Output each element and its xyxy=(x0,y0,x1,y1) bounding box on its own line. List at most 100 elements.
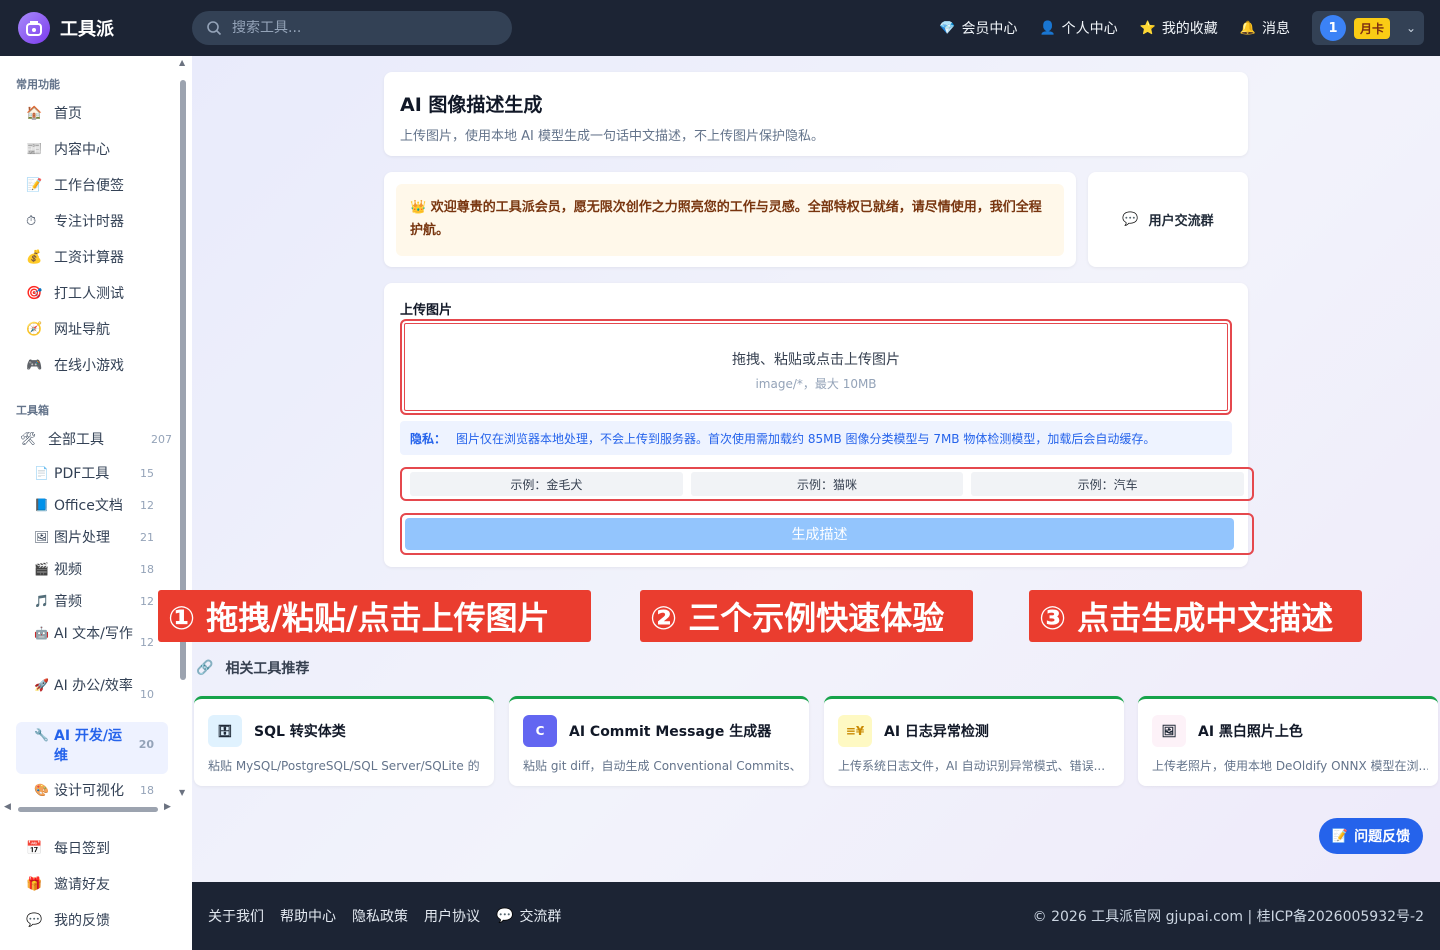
group-card[interactable]: 💬 用户交流群 xyxy=(1088,172,1248,267)
sidebar-item-notes[interactable]: 📝 工作台便签 xyxy=(16,169,168,201)
generate-description-button[interactable]: 生成描述 xyxy=(405,518,1234,550)
clapper-icon: 🎬 xyxy=(34,562,49,576)
sidebar-item-worker-test[interactable]: 🎯 打工人测试 xyxy=(16,277,168,309)
sidebar-item-label: 设计可视化 xyxy=(54,783,124,799)
target-icon: 🎯 xyxy=(26,285,43,301)
tool-name: AI 日志异常检测 xyxy=(884,724,989,740)
nav-label: 消息 xyxy=(1262,21,1290,37)
privacy-text: 图片仅在浏览器本地处理，不会上传到服务器。首次使用需加载约 85MB 图像分类模… xyxy=(456,431,1156,446)
user-group-button[interactable]: 💬 用户交流群 xyxy=(1088,172,1248,267)
tool-card-commit[interactable]: C AI Commit Message 生成器 粘贴 git diff，自动生成… xyxy=(509,696,809,786)
tool-card-colorize[interactable]: 🖼 AI 黑白照片上色 上传老照片，使用本地 DeOldify ONNX 模型在… xyxy=(1138,696,1438,786)
nav-favorites[interactable]: ⭐ 我的收藏 xyxy=(1140,18,1218,38)
example-cat-button[interactable]: 示例：猫咪 xyxy=(690,472,964,496)
tool-description: 上传系统日志文件，AI 自动识别异常模式、错误... xyxy=(838,759,1106,773)
sidebar-item-pdf[interactable]: 📄 PDF工具 15 xyxy=(26,460,168,488)
sidebar-item-nav[interactable]: 🧭 网址导航 xyxy=(16,313,168,345)
memo-icon: 📝 xyxy=(1331,828,1349,844)
footer-link-terms[interactable]: 用户协议 xyxy=(424,906,480,926)
tool-description: 粘贴 MySQL/PostgreSQL/SQL Server/SQLite 的 … xyxy=(208,759,484,773)
welcome-card: 👑 欢迎尊贵的工具派会员，愿无限次创作之力照亮您的工作与灵感。全部特权已就绪，请… xyxy=(384,172,1076,267)
feedback-label: 问题反馈 xyxy=(1354,829,1411,845)
welcome-text: 欢迎尊贵的工具派会员，愿无限次创作之力照亮您的工作与灵感。全部特权已就绪，请尽情… xyxy=(410,200,1042,238)
scroll-left-icon[interactable]: ◀ xyxy=(4,802,11,812)
crown-icon: 👑 xyxy=(410,200,427,215)
sidebar-item-games[interactable]: 🎮 在线小游戏 xyxy=(16,349,168,381)
tools-icon: 🛠 xyxy=(20,431,37,447)
app-title: 工具派 xyxy=(60,19,114,40)
sidebar-item-design[interactable]: 🎨 设计可视化 18 xyxy=(26,777,168,805)
sidebar-item-label: AI 文本/写作 xyxy=(54,626,133,642)
example-car-button[interactable]: 示例：汽车 xyxy=(971,472,1245,496)
document-icon: 📄 xyxy=(34,466,49,480)
footer-copyright: © 2026 工具派官网 gjupai.com | 桂ICP备202600593… xyxy=(1032,909,1424,925)
sidebar: 常用功能 🏠 首页 📰 内容中心 📝 工作台便签 ⏱ 专注计时器 💰 工资计算器 🎯 打工人… xyxy=(0,56,192,950)
count-badge: 21 xyxy=(140,531,154,544)
search-input[interactable] xyxy=(232,20,492,36)
user-menu[interactable]: 1 月卡 ⌄ xyxy=(1312,11,1424,45)
sidebar-item-salary[interactable]: 💰 工资计算器 xyxy=(16,241,168,273)
generate-highlight: 生成描述 xyxy=(400,513,1254,555)
gift-icon: 🎁 xyxy=(26,876,43,892)
upload-section-label: 上传图片 xyxy=(400,303,453,318)
nav-messages[interactable]: 🔔 消息 xyxy=(1240,18,1290,38)
footer-link-help[interactable]: 帮助中心 xyxy=(280,906,336,926)
bell-icon: 🔔 xyxy=(1239,20,1256,36)
sidebar-item-content[interactable]: 📰 内容中心 xyxy=(16,133,168,165)
count-badge: 15 xyxy=(140,467,154,480)
sidebar-item-office[interactable]: 📘 Office文档 12 xyxy=(26,492,168,520)
sidebar-item-checkin[interactable]: 📅 每日签到 xyxy=(16,832,168,864)
search-box[interactable] xyxy=(192,11,512,45)
compass-icon: 🧭 xyxy=(26,321,43,337)
sidebar-item-all-tools[interactable]: 🛠 全部工具 207 xyxy=(12,423,172,455)
scroll-down-icon[interactable]: ▼ xyxy=(179,788,185,797)
tool-card-log[interactable]: ≡¥ AI 日志异常检测 上传系统日志文件，AI 自动识别异常模式、错误... xyxy=(824,696,1124,786)
sidebar-item-audio[interactable]: 🎵 音频 12 xyxy=(26,588,168,616)
logo[interactable]: 工具派 xyxy=(18,12,192,44)
footer-link-privacy[interactable]: 隐私政策 xyxy=(352,906,408,926)
sidebar-item-label: 邀请好友 xyxy=(54,877,110,893)
sidebar-item-image[interactable]: 🖼 图片处理 21 xyxy=(26,524,168,552)
footer-link-group[interactable]: 💬 交流群 xyxy=(496,906,561,926)
example-golden-retriever-button[interactable]: 示例：金毛犬 xyxy=(410,472,683,496)
memo-icon: 📝 xyxy=(26,177,43,193)
top-bar: 工具派 💎 会员中心 👤 个人中心 ⭐ 我的收藏 🔔 消息 1 月卡 ⌄ xyxy=(0,0,1440,56)
related-title-text: 相关工具推荐 xyxy=(225,661,310,677)
sidebar-item-feedback[interactable]: 💬 我的反馈 xyxy=(16,904,168,936)
user-group-label: 用户交流群 xyxy=(1148,214,1214,229)
tool-card-sql[interactable]: 🗄 SQL 转实体类 粘贴 MySQL/PostgreSQL/SQL Serve… xyxy=(194,696,494,786)
sidebar-item-ai-text[interactable]: 🤖 AI 文本/写作 12 xyxy=(26,620,168,653)
scroll-up-icon[interactable]: ▲ xyxy=(179,58,185,67)
scroll-right-icon[interactable]: ▶ xyxy=(164,802,171,812)
palette-icon: 🎨 xyxy=(34,783,49,797)
sidebar-item-label: 图片处理 xyxy=(54,530,110,546)
image-dropzone[interactable]: 拖拽、粘贴或点击上传图片 image/*，最大 10MB xyxy=(400,319,1232,415)
nav-profile[interactable]: 👤 个人中心 xyxy=(1039,18,1117,38)
sidebar-item-video[interactable]: 🎬 视频 18 xyxy=(26,556,168,584)
sidebar-item-label: 打工人测试 xyxy=(54,286,124,302)
sidebar-item-label: 我的反馈 xyxy=(54,913,110,929)
sidebar-vertical-scrollbar[interactable]: ▲ ▼ xyxy=(178,58,188,802)
callout-step-3: ③ 点击生成中文描述 xyxy=(1029,590,1362,642)
footer-link-about[interactable]: 关于我们 xyxy=(208,906,264,926)
section-toolbox-title: 工具箱 xyxy=(16,404,49,417)
feedback-button[interactable]: 📝 问题反馈 xyxy=(1319,818,1423,854)
scrollbar-thumb[interactable] xyxy=(18,807,158,812)
sidebar-item-timer[interactable]: ⏱ 专注计时器 xyxy=(16,205,168,237)
sidebar-item-label: PDF工具 xyxy=(54,466,110,482)
sidebar-item-invite[interactable]: 🎁 邀请好友 xyxy=(16,868,168,900)
footer: 关于我们 帮助中心 隐私政策 用户协议 💬 交流群 © 2026 工具派官网 gj… xyxy=(192,882,1440,950)
sidebar-item-label: 在线小游戏 xyxy=(54,358,124,374)
sidebar-horizontal-scrollbar[interactable]: ◀ ▶ xyxy=(4,802,174,816)
robot-icon: 🤖 xyxy=(34,626,49,640)
sidebar-item-ai-office[interactable]: 🚀 AI 办公/效率 10 xyxy=(26,672,168,705)
sidebar-item-home[interactable]: 🏠 首页 xyxy=(16,97,168,129)
nav-member-center[interactable]: 💎 会员中心 xyxy=(939,18,1017,38)
sidebar-item-ai-dev[interactable]: 🔧 AI 开发/运维 20 xyxy=(16,722,168,774)
sidebar-item-label: 每日签到 xyxy=(54,841,110,857)
avatar: 1 xyxy=(1320,15,1346,41)
tool-name: AI 黑白照片上色 xyxy=(1198,724,1303,740)
callout-step-1: ① 拖拽/粘贴/点击上传图片 xyxy=(158,590,591,642)
page-title: AI 图像描述生成 xyxy=(400,94,543,116)
wrench-icon: 🔧 xyxy=(34,728,49,742)
